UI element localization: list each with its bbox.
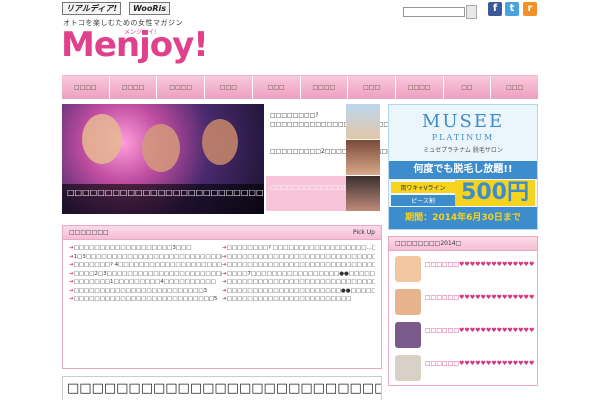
- search-button[interactable]: [466, 5, 477, 19]
- nav-item[interactable]: □□□□: [157, 76, 206, 99]
- ad-title: MUSEE: [421, 111, 505, 132]
- sidebar-ranking: □□□□□□□□2014□ □□□□□□♥♥♥♥♥♥♥♥♥♥♥♥♥♥♥♥♥♥♥♥…: [388, 236, 538, 386]
- ranking-link-text: □□□□□□□□□□□□□□□□□□□□□□□□□□□□□□: [226, 279, 375, 285]
- ranking-header: □□□□□□□ Pick Up: [63, 226, 381, 240]
- nav-item[interactable]: □□□: [491, 76, 538, 99]
- ranking-link-text: □□□□□□□□□□□□□□□□□□□□□□□□□□□□□□□□□□□?: [226, 262, 375, 268]
- nav-item[interactable]: □□□□: [301, 76, 349, 99]
- ranking-link[interactable]: ➜□□□□□□□? 4□□□□□□□□□□□□□□□□□□□□□: [69, 261, 222, 270]
- ranking-link[interactable]: ➜□□□□□□□□□□□□□□□□□□□□□□□□□□□□□□: [222, 278, 375, 287]
- ranking-link[interactable]: ➜□□□□□□□□□□□□□□□□□□□□□□□□□3: [69, 287, 222, 296]
- ranking-link[interactable]: ➜□□□□□□□□? □□□□□□□□□□□□□□□□□□…□: [222, 244, 375, 253]
- pick-item[interactable]: □□□□□□□□? □□□□□□□□□□□□□□□□□□□□□□□: [266, 104, 401, 140]
- pick-thumbnail: [346, 140, 380, 175]
- nav-item[interactable]: □□□: [253, 76, 301, 99]
- ranking-link[interactable]: ➜□□□□□□□□□□□□□□□□□□□□□□□□□□□5: [69, 295, 222, 304]
- ranking-link-text: □□□□□□□□□□□□□□□□□□□□□□●●□□□□□□□□□: [226, 287, 375, 294]
- twitter-icon[interactable]: t: [505, 2, 519, 16]
- pick-item-text: □□□□□□□□□2□□□□□□□□□□□□□□□□□□□□□□□: [270, 147, 455, 156]
- search-input[interactable]: [403, 7, 465, 17]
- pick-item-text: □□□□□□□□? □□□□□□□□□□□□□□□□□□□□□□□: [270, 112, 401, 128]
- ad-band: 何度でも脱毛し放題!!: [389, 161, 537, 179]
- ad-subtitle: PLATINUM: [431, 133, 495, 142]
- sidebar-item-text: □□□□□□♥♥♥♥♥♥♥♥♥♥♥♥♥♥♥♥♥♥♥♥♥♥♥♥: [425, 327, 535, 334]
- pick-thumbnail: [346, 104, 380, 139]
- ranking-link-text: □□□□□□□□□□□□□□□□□□□□□□□□□□□□□: [226, 253, 375, 260]
- hero-figure: [202, 119, 238, 165]
- ad-banner[interactable]: MUSEE PLATINUM ミュゼプラチナム 脱毛サロン 何度でも脱毛し放題!…: [388, 104, 538, 230]
- ranking-link-text: □□□□2□3□□□□□□□□□□□□□□□□□□□□□□□□□□: [73, 270, 222, 277]
- ranking-link[interactable]: ➜□□□□7□□□□□□□□□□□□□□□□□●●□□□□□□: [222, 270, 375, 279]
- ranking-box: □□□□□□□ Pick Up ➜□□□□□□□□□□□□□□□□□□□3□□□…: [62, 225, 382, 369]
- ranking-link-text: □□□□□□□? 4□□□□□□□□□□□□□□□□□□□□□: [73, 262, 222, 268]
- sidebar-item[interactable]: □□□□□□♥♥♥♥♥♥♥♥♥♥♥♥♥♥♥♥♥♥♥♥♥♥♥♥: [389, 287, 537, 317]
- ranking-link[interactable]: ➜□□□□□□□1□□□□□□□□□4□□□□□□□□□□: [69, 278, 222, 287]
- nav-item[interactable]: □□□□: [62, 76, 110, 99]
- hero-figure: [142, 124, 180, 172]
- ranking-list-left: ➜□□□□□□□□□□□□□□□□□□□3□□□ ➜1□3□□□□□□□□□□□□…: [69, 244, 222, 304]
- ranking-link-text: □□□□□□□□□□□□□□□□□□□□□□□□: [226, 296, 352, 302]
- pick-item[interactable]: □□□□□□□□□□□□□□□□□□□□□□□□□□□□□□□□□□□: [266, 176, 468, 212]
- ranking-link-text: □□□□□□□□□□□□□□□□□□□□□□□□□□□5: [73, 296, 218, 302]
- rss-icon[interactable]: r: [523, 2, 537, 16]
- ranking-link-text: □□□□□□□1□□□□□□□□□4□□□□□□□□□□: [73, 279, 216, 285]
- sidebar-item-text: □□□□□□♥♥♥♥♥♥♥♥♥♥♥♥♥♥♥♥♥♥♥♥♥♥♥♥: [425, 294, 535, 301]
- sidebar-thumbnail: [395, 256, 421, 282]
- nav-item[interactable]: □□□: [348, 76, 396, 99]
- ranking-link-text: 1□3□□□□□□□□□□□□□□□□□□□□□□□□□□□□□□□□: [73, 253, 222, 260]
- ranking-link[interactable]: ➜□□□□□□□□□□□□□□□□□□□□□□□□: [222, 295, 375, 304]
- sidebar-item[interactable]: □□□□□□♥♥♥♥♥♥♥♥♥♥♥♥♥♥♥♥♥♥♥♥♥♥♥♥: [389, 320, 537, 350]
- ranking-link-text: □□□□7□□□□□□□□□□□□□□□□□●●□□□□□□: [226, 270, 375, 277]
- site-logo-sub: メンジョイ!: [124, 29, 157, 36]
- nav-item[interactable]: □□: [444, 76, 492, 99]
- nav-item[interactable]: □□□□: [396, 76, 444, 99]
- ad-pill: 両ワキ+Vライン: [391, 182, 455, 193]
- sidebar-title: □□□□□□□□2014□: [389, 237, 537, 251]
- ranking-link-text: □□□□□□□□□□□□□□□□□□□3□□□: [73, 245, 192, 251]
- ranking-link[interactable]: ➜□□□□□□□□□□□□□□□□□□□□□□□□□□□□□□□□□□□?: [222, 261, 375, 270]
- ad-date: 期間：2014年6月30日まで: [389, 207, 537, 229]
- hero-figure: [82, 114, 122, 164]
- ranking-list-right: ➜□□□□□□□□? □□□□□□□□□□□□□□□□□□…□ ➜□□□□□□□□…: [222, 244, 375, 304]
- sidebar-item[interactable]: □□□□□□♥♥♥♥♥♥♥♥♥♥♥♥♥♥♥♥♥♥♥♥♥♥♥♥: [389, 353, 537, 383]
- ad-pill: ピース割: [391, 195, 455, 206]
- sidebar-thumbnail: [395, 289, 421, 315]
- nav-item[interactable]: □□□: [205, 76, 253, 99]
- ranking-link[interactable]: ➜□□□□□□□□□□□□□□□□□□□3□□□: [69, 244, 222, 253]
- sidebar-item[interactable]: □□□□□□♥♥♥♥♥♥♥♥♥♥♥♥♥♥♥♥♥♥♥♥♥♥♥♥: [389, 254, 537, 284]
- main-nav: □□□□ □□□□ □□□□ □□□ □□□ □□□□ □□□ □□□□ □□ …: [62, 75, 538, 99]
- ranking-link[interactable]: ➜□□□□□□□□□□□□□□□□□□□□□□●●□□□□□□□□□: [222, 287, 375, 296]
- featured-image[interactable]: □□□□□□□□□□□□□□□□□□□□□□□□□□□□□□□□□□□□□□□□…: [62, 104, 264, 214]
- partner-logos: リアルディア! WooRis: [62, 2, 171, 16]
- pick-item[interactable]: □□□□□□□□□2□□□□□□□□□□□□□□□□□□□□□□□: [266, 140, 455, 176]
- partner-logo-1[interactable]: リアルディア!: [62, 2, 122, 15]
- ranking-link[interactable]: ➜1□3□□□□□□□□□□□□□□□□□□□□□□□□□□□□□□□□: [69, 253, 222, 262]
- ranking-title: □□□□□□□: [69, 229, 109, 236]
- sidebar-item-text: □□□□□□♥♥♥♥♥♥♥♥♥♥♥♥♥♥♥♥♥♥♥♥♥♥♥♥: [425, 360, 535, 367]
- ranking-link[interactable]: ➜□□□□□□□□□□□□□□□□□□□□□□□□□□□□□: [222, 253, 375, 262]
- partner-logo-2[interactable]: WooRis: [129, 2, 171, 15]
- ad-offer: 両ワキ+Vライン ピース割 500円: [389, 180, 537, 206]
- pick-list: □□□□□□□□? □□□□□□□□□□□□□□□□□□□□□□□ □□□□□□…: [266, 104, 468, 214]
- article-headline[interactable]: □□□□□□□□□□□□□□□□□□□□□□□□□□□□□4□: [62, 376, 382, 400]
- ranking-link-text: □□□□□□□□? □□□□□□□□□□□□□□□□□□…□: [226, 245, 375, 251]
- facebook-icon[interactable]: f: [488, 2, 502, 16]
- ad-kana: ミュゼプラチナム 脱毛サロン: [423, 147, 503, 154]
- ranking-link-text: □□□□□□□□□□□□□□□□□□□□□□□□□3: [73, 287, 208, 294]
- nav-item[interactable]: □□□□: [110, 76, 158, 99]
- sidebar-thumbnail: [395, 322, 421, 348]
- pick-item-text: □□□□□□□□□□□□□□□□□□□□□□□□□□□□□□□□□□□: [270, 183, 468, 192]
- ad-price: 500円: [455, 180, 535, 206]
- ranking-link[interactable]: ➜□□□□2□3□□□□□□□□□□□□□□□□□□□□□□□□□□: [69, 270, 222, 279]
- sidebar-item-text: □□□□□□♥♥♥♥♥♥♥♥♥♥♥♥♥♥♥♥♥♥♥♥♥♥♥♥: [425, 261, 535, 268]
- sidebar-thumbnail: [395, 355, 421, 381]
- featured-caption[interactable]: □□□□□□□□□□□□□□□□□□□□□□□□□□□□□□□□□□□□□□□□…: [62, 184, 264, 214]
- page: リアルディア! WooRis f t r オトコを楽しむための女性マガジン Me…: [0, 0, 600, 400]
- pick-thumbnail: [346, 176, 380, 211]
- pick-up-label: Pick Up: [352, 229, 375, 236]
